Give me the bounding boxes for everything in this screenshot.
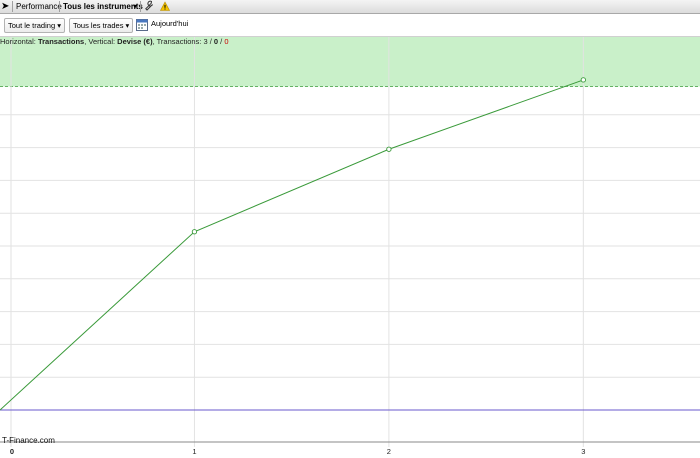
chevron-down-icon[interactable]: ▾ xyxy=(133,0,137,13)
transactions-red: 0 xyxy=(224,37,229,46)
top-menu-bar: ➤ Performance Tous les instruments ▾ xyxy=(0,0,700,14)
x-tick-label: 0 xyxy=(9,447,15,456)
warning-icon[interactable] xyxy=(160,0,170,13)
data-point xyxy=(386,146,392,152)
x-tick-label: 3 xyxy=(581,447,586,456)
cursor-icon: ➤ xyxy=(1,1,10,12)
divider xyxy=(140,1,141,12)
trades-filter-dropdown[interactable]: Tous les trades ▾ xyxy=(69,18,134,33)
x-tick-label: 1 xyxy=(192,447,197,456)
divider xyxy=(12,1,13,12)
horizontal-label: Horizontal: xyxy=(0,37,38,46)
vertical-label: , Vertical: xyxy=(84,37,118,46)
tab-instruments[interactable]: Tous les instruments xyxy=(63,0,143,13)
x-tick-label: 2 xyxy=(386,447,391,456)
series-line xyxy=(0,79,584,411)
data-point xyxy=(191,229,198,235)
horizontal-value: Transactions xyxy=(37,37,85,46)
filter-toolbar: Tout le trading ▾ Tous les trades ▾ Aujo… xyxy=(0,14,700,37)
trading-filter-label: Tout le trading xyxy=(8,21,56,30)
chevron-down-icon: ▾ xyxy=(125,21,130,30)
vertical-value: Devise (€) xyxy=(117,37,153,46)
chart-info-line: Horizontal: Transactions, Vertical: Devi… xyxy=(0,37,229,47)
trading-filter-dropdown[interactable]: Tout le trading ▾ xyxy=(4,18,65,33)
tab-performance[interactable]: Performance xyxy=(16,0,62,13)
wrench-icon[interactable] xyxy=(144,0,154,13)
watermark: T-Finance.com xyxy=(2,436,55,445)
calendar-icon[interactable] xyxy=(136,18,148,34)
date-label[interactable]: Aujourd'hui xyxy=(151,19,188,28)
transactions-label: , Transactions: xyxy=(152,37,204,46)
data-point xyxy=(580,77,586,83)
divider xyxy=(59,1,60,12)
performance-chart xyxy=(0,37,700,447)
trades-filter-label: Tous les trades xyxy=(73,21,124,30)
chevron-down-icon: ▾ xyxy=(57,21,61,30)
